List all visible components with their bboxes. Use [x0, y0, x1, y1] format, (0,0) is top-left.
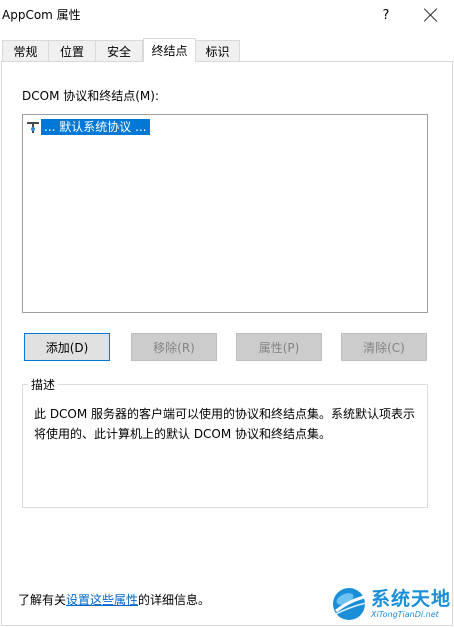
tab-strip: 常规 位置 安全 终结点 标识	[0, 38, 454, 62]
learn-more-link[interactable]: 设置这些属性	[66, 593, 138, 607]
help-footer: 了解有关设置这些属性的详细信息。	[18, 591, 210, 608]
globe-icon	[330, 585, 368, 623]
tab-security[interactable]: 安全	[95, 40, 143, 61]
network-protocol-icon	[25, 120, 41, 134]
title-bar: AppCom 属性 ?	[0, 0, 454, 32]
tab-label: 常规	[13, 44, 38, 59]
endpoints-listbox[interactable]: ... 默认系统协议 ...	[22, 114, 428, 313]
footer-prefix: 了解有关	[18, 593, 67, 607]
properties-button[interactable]: 属性(P)	[236, 333, 322, 361]
description-text: 此 DCOM 服务器的客户端可以使用的协议和终结点集。系统默认项表示将使用的、此…	[34, 407, 416, 441]
remove-button-label: 移除(R)	[153, 340, 195, 355]
tab-endpoints[interactable]: 终结点	[143, 38, 196, 62]
remove-button[interactable]: 移除(R)	[131, 333, 217, 361]
description-legend: 描述	[28, 376, 59, 393]
properties-dialog: AppCom 属性 ? 常规 位置 安全 终结点 标识 DCOM 协议和终结点(…	[0, 0, 454, 627]
watermark-text: 系统天地 XiTongTianDi.net	[371, 588, 451, 620]
tab-label: 位置	[59, 44, 84, 59]
help-icon: ?	[382, 7, 390, 23]
help-button[interactable]: ?	[363, 0, 409, 30]
list-item[interactable]: ... 默认系统协议 ...	[25, 119, 150, 135]
tab-location[interactable]: 位置	[48, 40, 96, 61]
close-icon	[424, 8, 438, 22]
list-item-label: ... 默认系统协议 ...	[41, 119, 150, 135]
window-title: AppCom 属性	[2, 8, 81, 22]
tab-label: 终结点	[151, 44, 188, 58]
footer-suffix: 的详细信息。	[138, 593, 211, 607]
add-button[interactable]: 添加(D)	[24, 333, 110, 361]
watermark-main: 系统天地	[371, 588, 452, 610]
properties-button-label: 属性(P)	[258, 340, 300, 355]
description-groupbox	[22, 384, 428, 508]
close-button[interactable]	[408, 0, 454, 30]
watermark-sub: XiTongTianDi.net	[371, 610, 439, 619]
tab-identity[interactable]: 标识	[195, 40, 240, 61]
tab-label: 安全	[106, 44, 131, 59]
add-button-label: 添加(D)	[45, 340, 89, 355]
watermark-logo: 系统天地 XiTongTianDi.net	[330, 583, 452, 625]
clear-button[interactable]: 清除(C)	[341, 333, 427, 361]
tab-label: 标识	[205, 44, 230, 59]
tab-general[interactable]: 常规	[2, 40, 49, 61]
clear-button-label: 清除(C)	[363, 340, 405, 355]
endpoints-list-label: DCOM 协议和终结点(M):	[22, 89, 159, 103]
